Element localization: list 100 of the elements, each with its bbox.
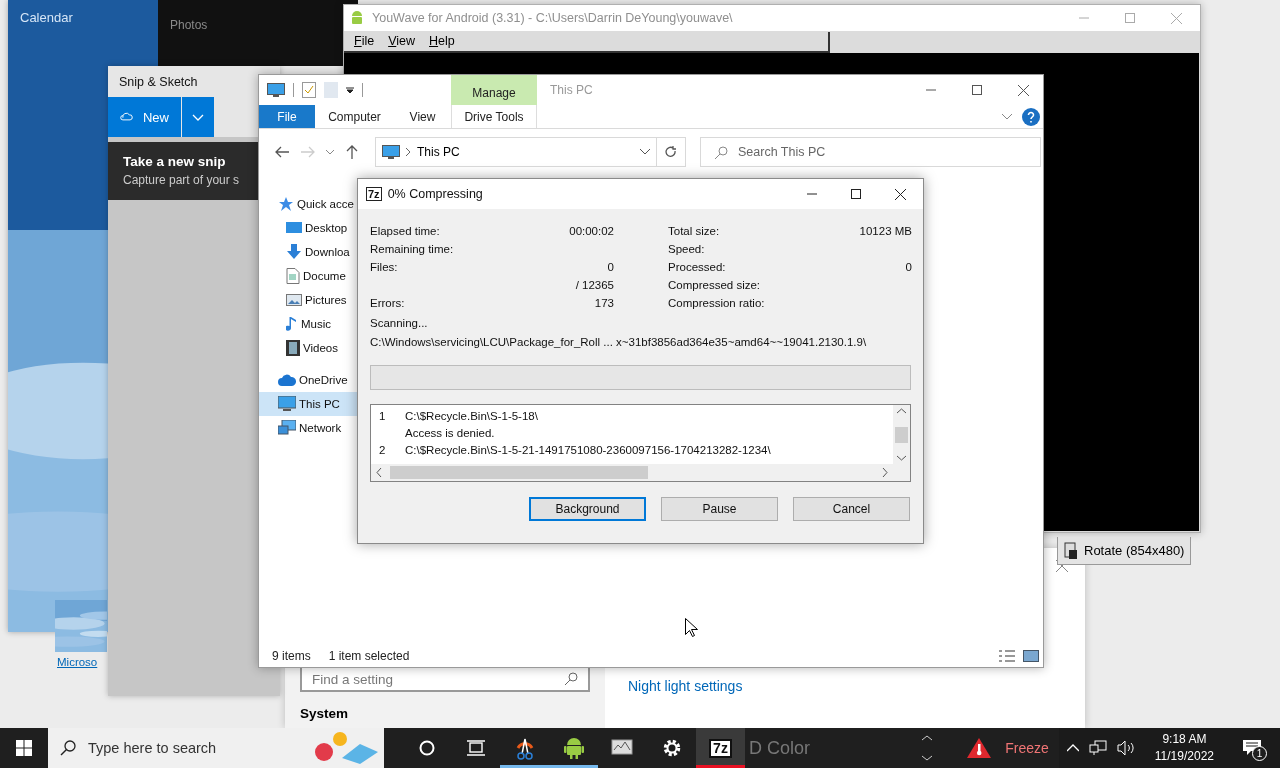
chevron-down-icon[interactable] [897,455,906,461]
menu-item[interactable]: Help [429,34,455,48]
log-text: C:\$Recycle.Bin\S-1-5-18\ [405,409,538,422]
nav-item[interactable]: Downloa [259,240,358,264]
search-field[interactable]: Type here to search [48,728,384,768]
clock[interactable]: 9:18 AM 11/19/2022 [1146,731,1222,765]
search-field[interactable]: Search This PC [700,137,1041,167]
tooltip-title: Take a new snip [123,154,227,169]
close-icon[interactable] [1018,84,1029,96]
refresh-icon[interactable] [665,145,677,159]
phone-icon [1064,541,1078,560]
windows-logo-icon[interactable] [16,740,32,756]
music-note-icon [286,316,298,332]
status-text: 9 items [272,649,311,663]
star-icon [278,196,294,212]
nav-item[interactable]: Videos [259,336,358,360]
taskbar-app[interactable]: 7z [696,728,745,768]
chevron-right-icon[interactable] [882,468,888,477]
scrollbar[interactable] [893,405,910,464]
large-icons-view-icon[interactable] [1023,650,1039,662]
address-bar[interactable]: This PC [375,137,657,167]
stat-label: Compressed size: [668,279,761,291]
status-text: Scanning... [369,316,429,331]
close-icon[interactable] [895,188,906,200]
window-title: YouWave for Android (3.31) - C:\Users\Darrin DeYoung\youwave\ [372,11,734,25]
ribbon-tab[interactable]: Computer [315,105,394,128]
scrollbar-thumb[interactable] [895,426,908,443]
menu-item[interactable]: File [354,34,375,48]
new-snip-button[interactable]: New [108,97,181,137]
window-title: 0% Compressing [387,187,484,201]
dialog-button[interactable]: Background [529,497,646,521]
cloud-icon [278,374,296,386]
nav-item[interactable]: Network [259,416,358,440]
chevron-down-icon [640,149,650,155]
circle-icon [418,740,435,756]
stat-label: Files: [370,261,398,273]
nav-item[interactable]: This PC [259,392,358,416]
stat-value: / 12365 [575,279,614,291]
document-icon [286,268,300,284]
android-icon [563,737,584,759]
ribbon-tab[interactable]: File [259,105,315,128]
search-icon [715,145,728,159]
stat-value: 0 [607,261,614,273]
stat-value: 0 [905,261,912,273]
stat-value: 00:00:02 [569,225,614,237]
freeze-button[interactable]: Freeze [955,728,1059,768]
app-logo: 7z [366,187,382,201]
section-heading: System [300,706,349,721]
settings-icon [661,738,682,758]
scrollbar[interactable] [371,464,893,481]
chevron-left-icon[interactable] [376,468,382,477]
search-field[interactable]: Find a setting [300,668,590,692]
menu-item[interactable]: View [388,34,416,48]
status-text: 1 item selected [328,649,410,663]
network-icon[interactable] [1088,740,1107,756]
nav-item[interactable]: Docume [259,264,358,288]
chevron-down-icon [1002,113,1012,120]
dialog-button[interactable]: Pause [661,497,778,521]
help-icon [1022,107,1040,126]
notifications-button[interactable]: 1 [1232,728,1272,768]
desktop-icon [286,221,302,235]
details-view-icon[interactable] [999,650,1015,662]
link[interactable]: Microso [57,656,98,669]
task-view-icon [466,740,485,756]
monitor-icon [278,396,296,412]
stat-label: Remaining time: [370,243,454,255]
thermometer-warning-icon [967,738,992,758]
rotate-button[interactable]: Rotate (854x480) [1057,537,1192,565]
link[interactable]: Night light settings [628,678,743,694]
dropdown-icon [346,86,354,94]
back-arrow-icon[interactable] [275,146,289,158]
search-icon [564,672,578,686]
nav-item[interactable]: Desktop [259,216,358,240]
up-arrow-icon[interactable] [346,145,358,159]
ribbon-tab[interactable]: View [394,105,451,128]
page-icon [324,82,338,98]
nav-item[interactable]: Music [259,312,358,336]
file-path: C:\Windows\servicing\LCU\Package_for_Roll ... x~31bf3856ad364e35~amd64~~19041.2130.1.9\ [369,335,868,350]
android-icon [350,10,364,26]
line-number: 1 [379,409,386,422]
stat-label: Compression ratio: [668,297,765,309]
nav-item[interactable]: OneDrive [259,368,358,392]
pictures-icon [286,293,302,307]
nav-item[interactable]: Quick acce [259,192,358,216]
stat-label: Processed: [668,261,726,273]
line-number: 2 [379,443,386,456]
search-icon [60,740,76,756]
stat-value: 173 [594,297,614,309]
network-icon [278,420,296,436]
scrollbar-thumb[interactable] [390,466,648,479]
nav-item[interactable]: Pictures [259,288,358,312]
dialog-button[interactable]: Cancel [793,497,910,521]
volume-icon[interactable] [1116,740,1137,756]
maximize-icon[interactable] [851,189,861,199]
mouse-pointer-icon [685,618,698,637]
ribbon-tab[interactable]: Drive Tools [451,105,537,128]
maximize-icon[interactable] [972,85,982,95]
film-icon [286,340,300,356]
window-title: This PC [550,83,594,97]
chevron-down-icon [192,113,204,121]
